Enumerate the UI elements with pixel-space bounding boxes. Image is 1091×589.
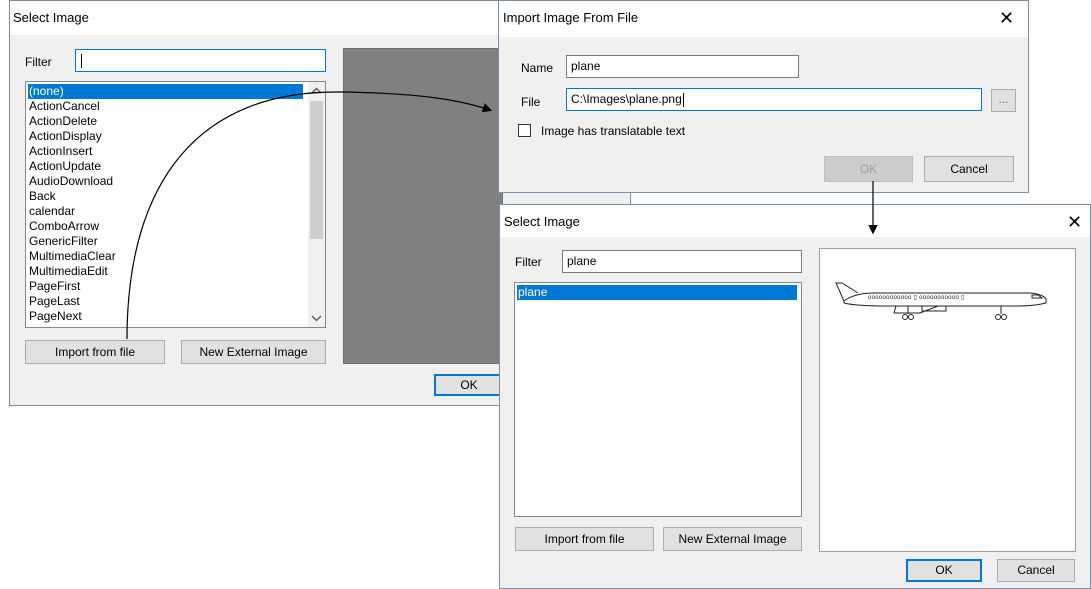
list-item[interactable]: ActionDelete: [28, 114, 97, 129]
list-item[interactable]: ActionCancel: [28, 99, 100, 114]
dialog2-translatable-checkbox[interactable]: [518, 124, 531, 137]
list-item[interactable]: AudioDownload: [28, 174, 113, 189]
dialog2-cancel-button[interactable]: Cancel: [924, 156, 1014, 182]
svg-text:oooooooooooo ▯ ooooooooooo ▯: oooooooooooo ▯ ooooooooooo ▯: [868, 295, 965, 301]
dialog3-filter-input[interactable]: plane: [562, 250, 802, 273]
dialog3-image-list[interactable]: plane: [514, 282, 802, 517]
list-item[interactable]: PageNext: [28, 309, 82, 324]
close-icon[interactable]: ✕: [999, 9, 1014, 27]
dialog2-name-input[interactable]: plane: [566, 55, 799, 78]
list-item[interactable]: ComboArrow: [28, 219, 99, 234]
list-item[interactable]: (none): [28, 84, 303, 99]
list-item[interactable]: GenericFilter: [28, 234, 98, 249]
scroll-up-arrow-icon[interactable]: [308, 82, 325, 99]
text-caret: [81, 53, 82, 68]
dialog3-cancel-button[interactable]: Cancel: [997, 559, 1075, 582]
dialog3-titlebar: Select Image ✕: [500, 205, 1090, 237]
select-image-dialog-2: Select Image ✕ Filter plane plane Import…: [499, 204, 1091, 589]
list-item[interactable]: ActionInsert: [28, 144, 92, 159]
dialog2-ok-button[interactable]: OK: [824, 156, 913, 182]
dialog3-preview-pane: oooooooooooo ▯ ooooooooooo ▯: [819, 248, 1076, 552]
dialog2-translatable-label: Image has translatable text: [541, 124, 686, 138]
dialog1-import-from-file-button[interactable]: Import from file: [25, 340, 165, 364]
dialog3-new-external-image-button[interactable]: New External Image: [663, 527, 802, 551]
dialog2-file-input[interactable]: C:\Images\plane.png: [566, 88, 982, 111]
import-image-dialog: Import Image From File ✕ Name plane File…: [498, 0, 1029, 193]
list-item[interactable]: MultimediaClear: [28, 249, 116, 264]
airplane-icon: oooooooooooo ▯ ooooooooooo ▯: [835, 282, 1047, 320]
dialog3-ok-button[interactable]: OK: [906, 559, 982, 582]
dialog2-browse-button[interactable]: ...: [991, 89, 1016, 112]
list-item[interactable]: MultimediaEdit: [28, 264, 108, 279]
dialog2-titlebar: Import Image From File ✕: [499, 1, 1028, 37]
text-caret: [682, 92, 684, 107]
dialog1-new-external-image-button[interactable]: New External Image: [181, 340, 326, 364]
list-item[interactable]: Back: [28, 189, 56, 204]
list-item[interactable]: PageLast: [28, 294, 80, 309]
dialog1-ok-button[interactable]: OK: [434, 374, 504, 396]
list-item[interactable]: plane: [517, 285, 797, 300]
close-icon[interactable]: ✕: [1067, 213, 1082, 231]
list-item[interactable]: ActionDisplay: [28, 129, 102, 144]
dialog1-list-scrollbar[interactable]: [308, 82, 325, 327]
dialog3-title: Select Image: [504, 214, 580, 229]
dialog2-title: Import Image From File: [503, 10, 639, 25]
dialog2-file-label: File: [521, 95, 541, 109]
list-item[interactable]: ActionUpdate: [28, 159, 101, 174]
dialog2-name-label: Name: [521, 61, 554, 75]
dialog1-filter-label: Filter: [25, 55, 52, 69]
dialog3-import-from-file-button[interactable]: Import from file: [515, 527, 654, 551]
scroll-down-arrow-icon[interactable]: [308, 310, 325, 327]
dialog1-title: Select Image: [13, 10, 89, 25]
dialog3-filter-label: Filter: [515, 255, 542, 269]
scrollbar-thumb[interactable]: [310, 101, 323, 239]
list-item[interactable]: calendar: [28, 204, 75, 219]
list-item[interactable]: PageFirst: [28, 279, 80, 294]
dialog1-filter-input[interactable]: [75, 49, 326, 72]
dialog1-image-list[interactable]: (none) ActionCancel ActionDelete ActionD…: [25, 81, 326, 328]
dialog1-preview-pane: [343, 48, 503, 364]
